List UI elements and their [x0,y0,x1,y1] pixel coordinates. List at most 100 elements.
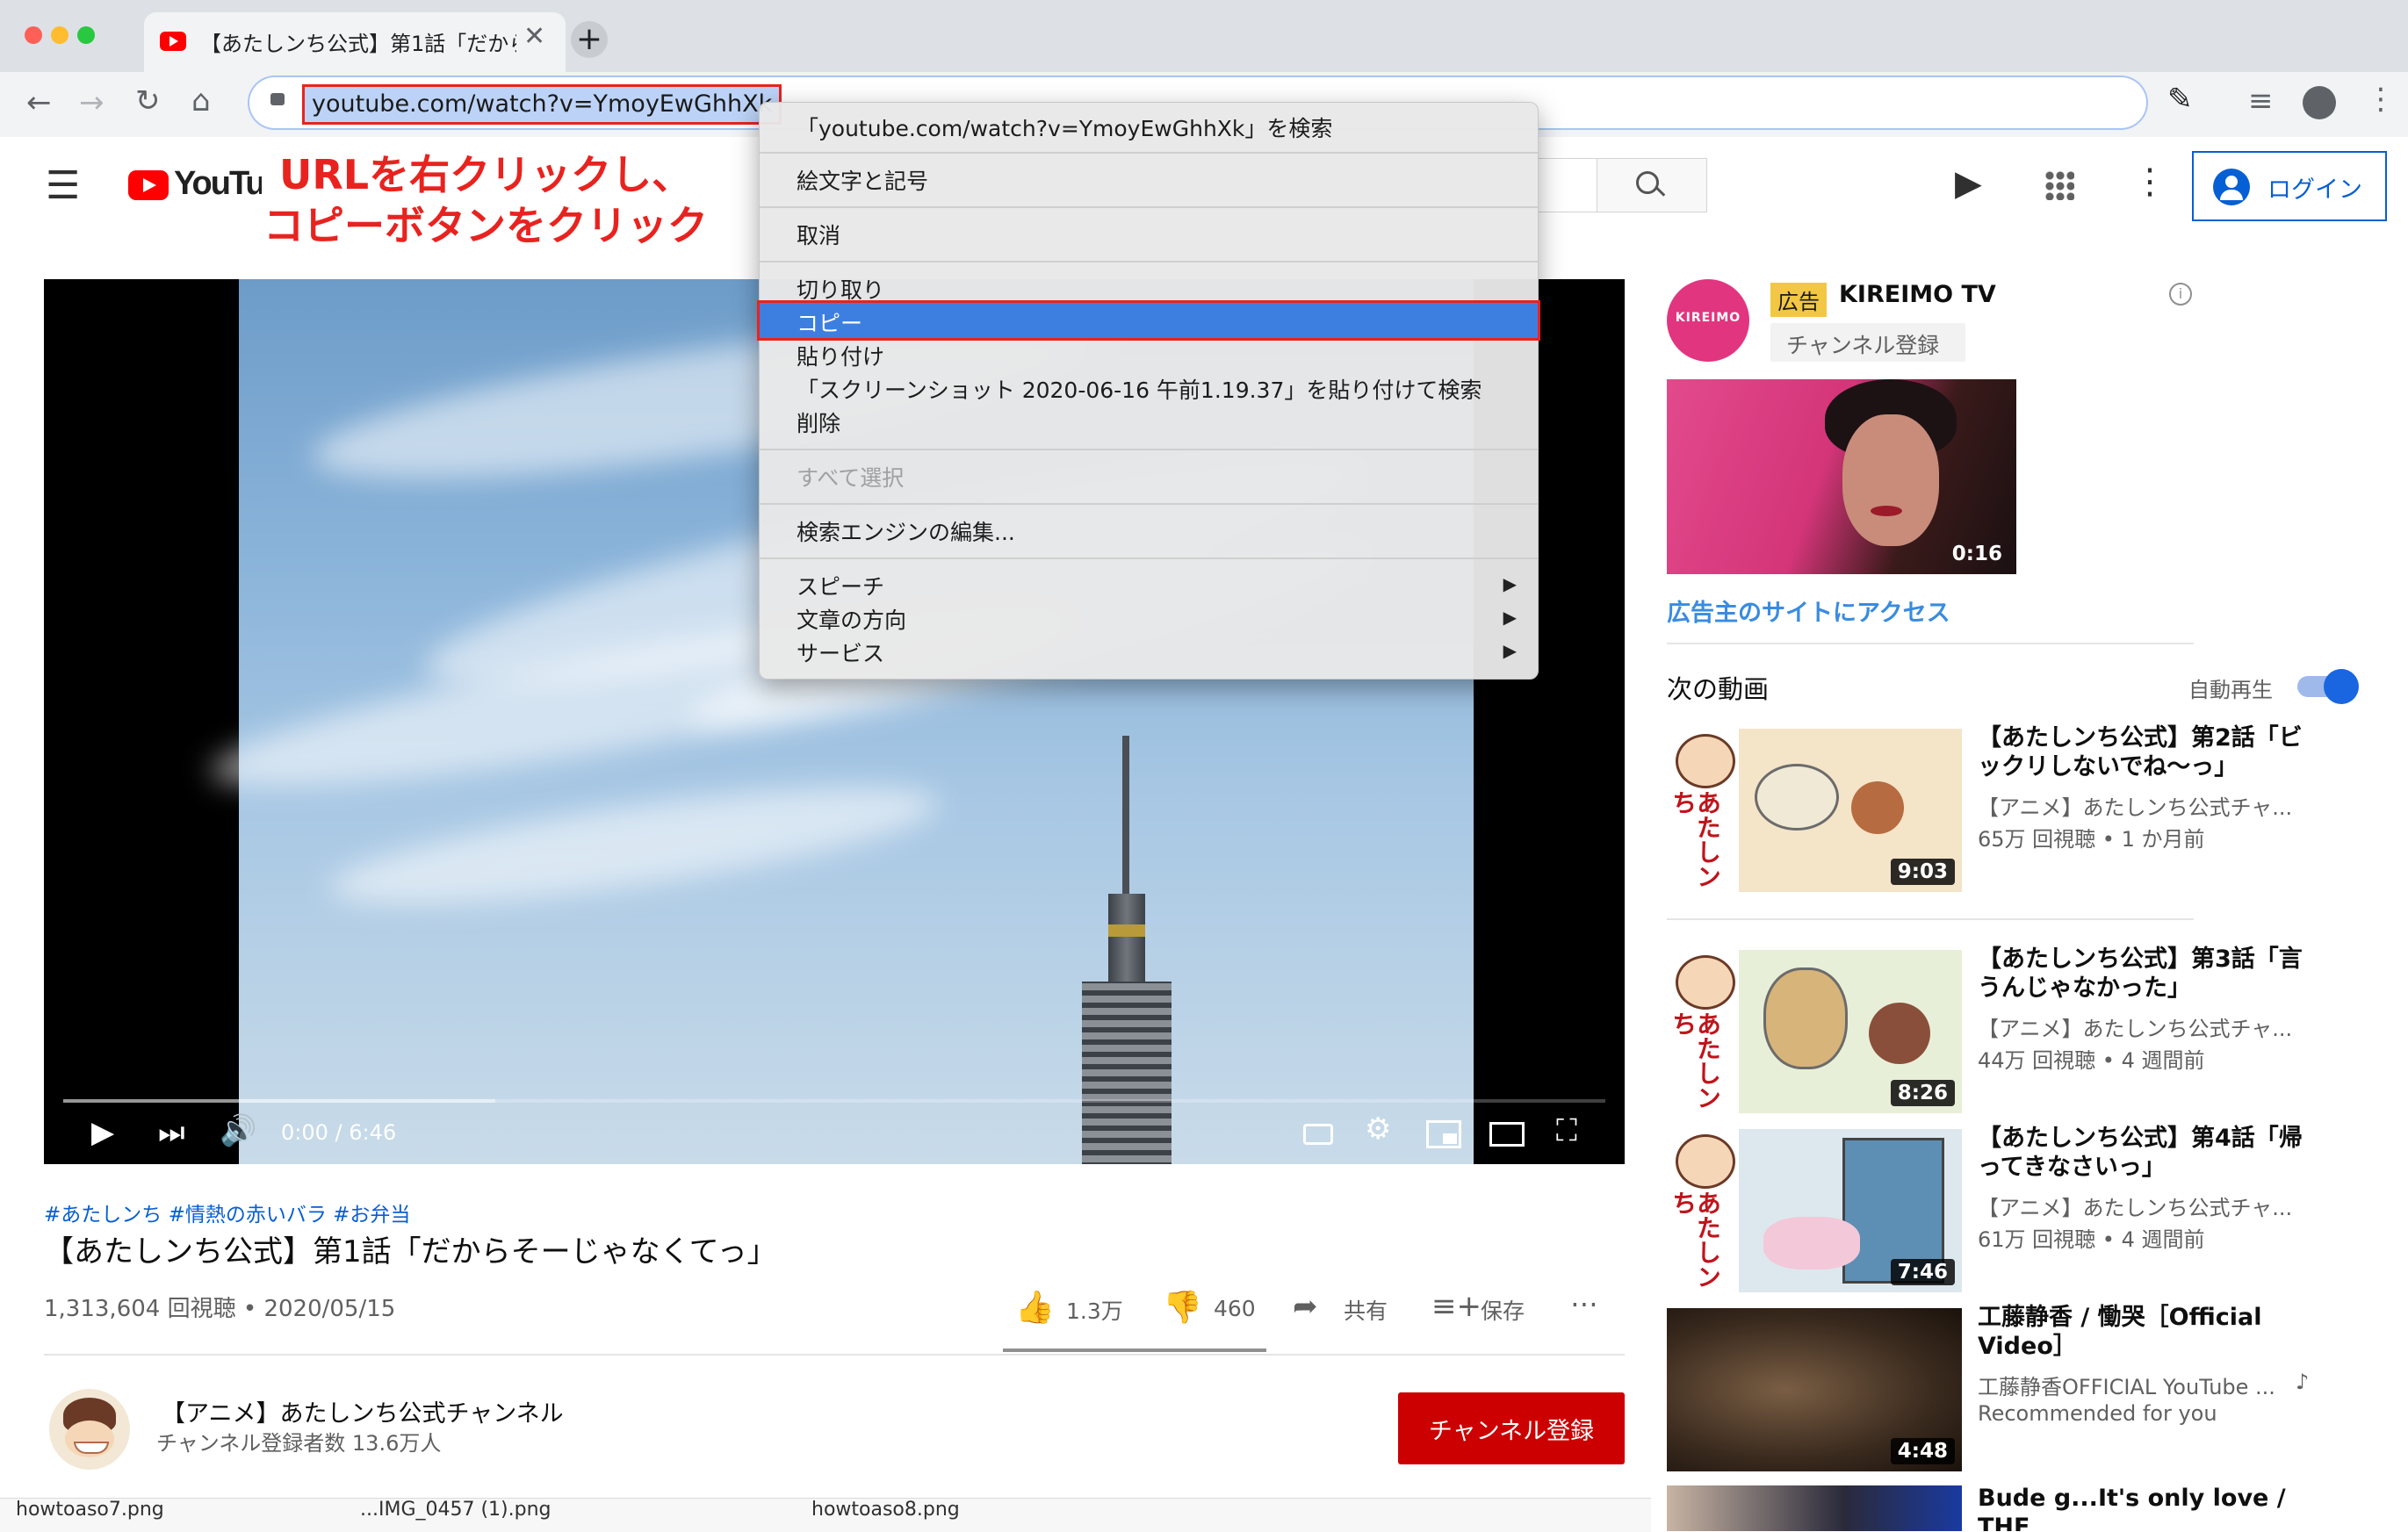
profile-avatar-icon[interactable] [2303,86,2336,119]
media-queue-icon[interactable]: ≡ [2248,86,2274,116]
info-icon[interactable]: i [2169,283,2192,306]
fullscreen-icon[interactable]: ⛶ [1556,1113,1577,1148]
video-title[interactable]: 工藤静香 / 慟哭［Official Video］ [1978,1303,2320,1361]
menu-item-search[interactable]: 「youtube.com/watch?v=YmoyEwGhhXk」を検索 [760,111,1538,143]
menu-item-services-label: サービス [797,641,885,666]
menu-item-edit-engines[interactable]: 検索エンジンの編集... [760,515,1538,547]
menu-item-undo[interactable]: 取消 [760,219,1538,250]
channel-avatar[interactable] [49,1389,130,1470]
next-video-icon[interactable]: ⏭ [158,1115,185,1150]
video-thumbnail[interactable]: あたしンち 7:46 [1667,1129,1962,1292]
share-icon[interactable]: ➦ [1293,1289,1318,1324]
subscribe-button[interactable]: チャンネル登録 [1398,1392,1625,1464]
login-button[interactable]: ログイン [2192,151,2387,221]
video-title[interactable]: 【あたしンち公式】第2話「ビックリしないでね〜っ」 [1978,723,2320,781]
volume-icon[interactable]: 🔊 [220,1113,256,1148]
url-text[interactable]: youtube.com/watch?v=YmoyEwGhhXk [302,84,782,125]
annotation-line-1: URLを右クリックし、 [279,151,693,198]
download-item[interactable]: howtoaso7.png [16,1499,164,1521]
video-duration: 9:03 [1890,859,1955,885]
save-playlist-icon[interactable]: ≡+ [1431,1289,1482,1324]
menu-item-direction[interactable]: 文章の方向 ▶ [760,603,1538,635]
tab-title: 【あたしンち公式】第1話「だから [200,32,516,56]
new-tab-button[interactable]: + [571,21,608,58]
video-thumbnail[interactable]: あたしンち 8:26 [1667,950,1962,1113]
menu-item-cut[interactable]: 切り取り [760,273,1538,305]
menu-item-direction-label: 文章の方向 [797,608,907,633]
menu-item-copy[interactable]: コピー [757,300,1540,341]
video-duration: 8:26 [1890,1080,1955,1106]
apps-grid-icon[interactable] [2044,170,2074,200]
thumbnail-side-label: あたしンち [1669,790,1722,888]
video-thumbnail[interactable]: あたしンち 9:03 [1667,729,1962,892]
video-channel[interactable]: 【アニメ】あたしンち公式チャ... [1978,790,2292,821]
video-title[interactable]: 【あたしンち公式】第3話「言うんじゃなかった」 [1978,945,2320,1003]
home-icon[interactable]: ⌂ [191,86,211,116]
dislike-icon[interactable]: 👎 [1163,1289,1202,1326]
music-note-icon: ♪ [2296,1370,2310,1394]
download-item[interactable]: ...IMG_0457 (1).png [360,1499,552,1521]
video-thumbnail[interactable] [1667,1485,1962,1531]
save-label[interactable]: 保存 [1481,1294,1525,1326]
create-video-icon[interactable]: ▶ [1955,163,1982,204]
theater-mode-icon[interactable] [1489,1122,1525,1147]
menu-item-emoji[interactable]: 絵文字と記号 [760,164,1538,196]
zoom-window-button[interactable] [77,26,95,44]
menu-item-paste[interactable]: 貼り付け [760,340,1538,371]
like-icon[interactable]: 👍 [1015,1289,1055,1326]
video-channel[interactable]: 【アニメ】あたしンち公式チャ... [1978,1190,2292,1221]
video-duration: 7:46 [1890,1259,1955,1285]
video-title: 【あたしンち公式】第1話「だからそーじゃなくてっ」 [44,1234,777,1269]
ad-thumbnail[interactable]: 0:16 [1667,379,2016,574]
download-item[interactable]: howtoaso8.png [811,1499,960,1521]
ad-visit-link[interactable]: 広告主のサイトにアクセス [1667,593,1950,628]
ad-subscribe-button[interactable]: チャンネル登録 [1770,323,1965,362]
browser-tab[interactable]: 【あたしンち公式】第1話「だから ✕ [144,12,566,72]
video-title[interactable]: 【あたしンち公式】第4話「帰ってきなさいっ」 [1978,1124,2320,1182]
close-window-button[interactable] [25,26,42,44]
view-count: 1,313,604 回視聴 • 2020/05/15 [44,1296,396,1322]
ad-badge: 広告 [1770,283,1827,317]
share-label[interactable]: 共有 [1344,1294,1388,1326]
forward-arrow-icon[interactable]: → [79,88,105,118]
reload-icon[interactable]: ↻ [135,86,161,116]
menu-item-delete[interactable]: 削除 [760,406,1538,438]
menu-item-services[interactable]: サービス ▶ [760,637,1538,668]
pen-extension-icon[interactable]: ✎ [2167,84,2193,114]
account-icon [2213,169,2250,205]
subtitles-icon[interactable] [1303,1124,1333,1145]
hamburger-menu-icon[interactable]: ☰ [46,163,80,208]
channel-subs: チャンネル登録者数 13.6万人 [156,1431,442,1456]
ad-channel-name[interactable]: KIREIMO TV [1839,281,1996,308]
video-thumbnail[interactable]: 4:48 [1667,1308,1962,1471]
settings-gear-icon[interactable]: ⚙ [1365,1111,1391,1147]
miniplayer-icon[interactable] [1426,1120,1461,1148]
autoplay-toggle[interactable] [2297,669,2359,704]
minimize-window-button[interactable] [51,26,68,44]
divider [1667,918,2194,920]
annotation-line-2: コピーボタンをクリック [263,202,708,249]
channel-name[interactable]: 【アニメ】あたしンち公式チャンネル [162,1394,564,1428]
progress-bar[interactable] [63,1099,1605,1103]
menu-item-paste-search[interactable]: 「スクリーンショット 2020-06-16 午前1.19.37」を貼り付けて検索 [760,373,1538,405]
settings-more-icon[interactable]: ⋮ [2132,162,2167,202]
menu-item-speech-label: スピーチ [797,574,885,600]
video-channel[interactable]: 【アニメ】あたしンち公式チャ... [1978,1011,2292,1042]
more-actions-icon[interactable]: ⋯ [1570,1287,1598,1320]
video-channel[interactable]: 工藤静香OFFICIAL YouTube ... [1978,1370,2285,1400]
youtube-logo-icon[interactable] [128,170,169,200]
hashtags[interactable]: #あたしンち #情熱の赤いバラ #お弁当 [44,1198,410,1227]
play-icon[interactable]: ▶ [91,1115,114,1150]
video-title[interactable]: Bude g...It's only love / THE [1978,1484,2320,1531]
divider [1667,643,2194,644]
back-arrow-icon[interactable]: ← [26,88,52,118]
ad-channel-avatar[interactable]: KIREIMO [1667,279,1749,362]
chrome-menu-icon[interactable]: ⋮ [2366,84,2396,114]
search-button[interactable] [1597,158,1707,212]
video-meta: 65万 回視聴 • 1 か月前 [1978,827,2205,852]
menu-item-speech[interactable]: スピーチ ▶ [760,570,1538,601]
video-meta: 44万 回視聴 • 4 週間前 [1978,1048,2205,1073]
ad-duration: 0:16 [1951,543,2002,565]
downloads-bar: howtoaso7.png ...IMG_0457 (1).png howtoa… [0,1498,1651,1532]
tab-close-icon[interactable]: ✕ [523,21,545,52]
